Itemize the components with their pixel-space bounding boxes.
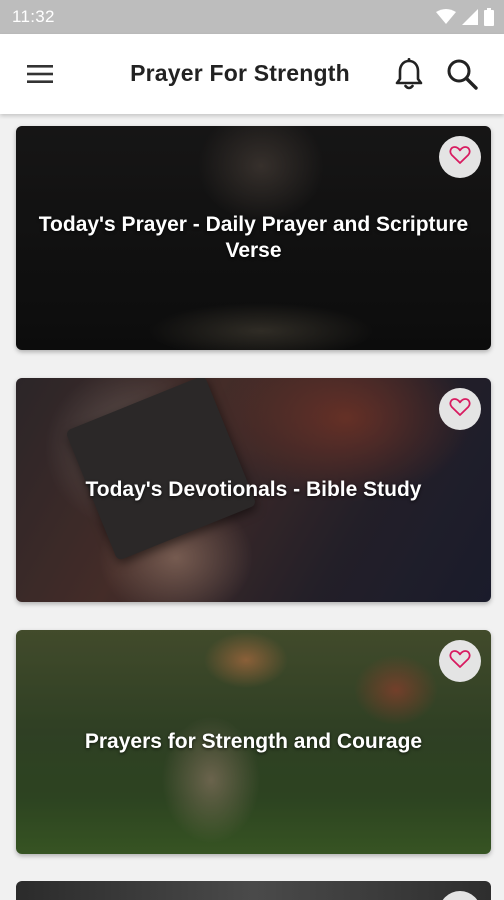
search-icon — [444, 59, 480, 96]
favorite-button[interactable] — [439, 388, 481, 430]
search-button[interactable] — [444, 56, 480, 92]
battery-icon — [484, 8, 494, 26]
page-title: Prayer For Strength — [130, 60, 350, 86]
notifications-button[interactable] — [392, 56, 426, 92]
card-partial[interactable] — [16, 881, 491, 900]
card-todays-prayer[interactable]: Today's Prayer - Daily Prayer and Script… — [16, 126, 491, 350]
card-prayers-for-strength[interactable]: Prayers for Strength and Courage — [16, 630, 491, 854]
card-list: Today's Prayer - Daily Prayer and Script… — [0, 114, 504, 900]
heart-outline-icon — [449, 145, 471, 170]
favorite-button[interactable] — [439, 640, 481, 682]
bell-icon — [392, 58, 426, 96]
app-bar: Prayer For Strength — [0, 34, 504, 114]
heart-outline-icon — [449, 397, 471, 422]
cellular-signal-icon — [462, 9, 478, 25]
wifi-icon — [436, 9, 456, 25]
favorite-button[interactable] — [439, 891, 481, 900]
heart-outline-icon — [449, 649, 471, 674]
status-time: 11:32 — [12, 7, 55, 26]
card-title: Today's Devotionals - Bible Study — [85, 478, 422, 501]
card-todays-devotionals[interactable]: Today's Devotionals - Bible Study — [16, 378, 491, 602]
status-bar: 11:32 — [0, 0, 504, 34]
card-title: Prayers for Strength and Courage — [84, 730, 423, 753]
favorite-button[interactable] — [439, 136, 481, 178]
status-icons — [436, 8, 494, 26]
card-title: Today's Prayer - Daily Prayer and Script… — [38, 213, 469, 262]
